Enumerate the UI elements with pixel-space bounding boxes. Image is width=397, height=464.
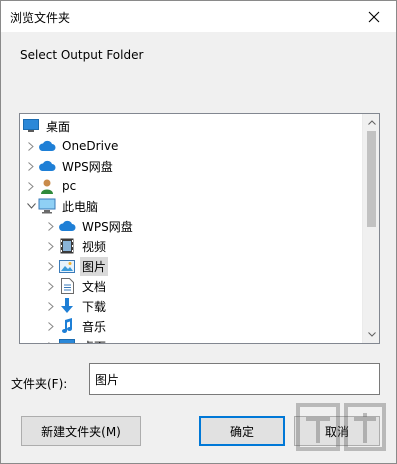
chevron-right-icon[interactable] <box>44 296 58 316</box>
scroll-thumb[interactable] <box>367 131 376 227</box>
desktop-icon <box>58 337 76 343</box>
tree-item-label: WPS网盘 <box>82 219 133 234</box>
tree-item[interactable]: 音乐 <box>20 316 363 336</box>
watermark-logo <box>296 403 386 451</box>
user-icon <box>38 177 56 195</box>
chevron-right-icon[interactable] <box>44 316 58 336</box>
close-icon <box>368 11 380 22</box>
tree-item[interactable]: WPS网盘 <box>20 216 363 236</box>
tree-item[interactable]: WPS网盘 <box>20 156 363 176</box>
tree-item-label: 桌面 <box>80 337 108 344</box>
chevron-right-icon[interactable] <box>44 216 58 236</box>
vertical-scrollbar[interactable] <box>362 114 379 343</box>
tree-item-label: 图片 <box>80 256 109 276</box>
chevron-right-icon[interactable] <box>24 176 38 196</box>
new-folder-button[interactable]: 新建文件夹(M) <box>21 416 141 446</box>
scroll-down-arrow[interactable] <box>363 326 379 343</box>
tree-item-label: pc <box>62 179 77 193</box>
tree-item[interactable]: 图片 <box>20 256 363 276</box>
chevron-right-icon[interactable] <box>44 256 58 276</box>
close-button[interactable] <box>352 1 396 32</box>
tree-item-label: 下载 <box>82 299 107 314</box>
tree-item[interactable]: 文档 <box>20 276 363 296</box>
chevron-right-icon[interactable] <box>24 136 38 156</box>
browse-folder-dialog: 浏览文件夹 Select Output Folder 桌面 OneDrive WPS… <box>0 0 397 464</box>
window-title: 浏览文件夹 <box>10 11 71 25</box>
tree-item-label: WPS网盘 <box>62 159 113 174</box>
cloud-icon <box>58 217 76 235</box>
chevron-right-icon[interactable] <box>44 236 58 256</box>
scroll-up-arrow[interactable] <box>363 114 379 131</box>
chevron-right-icon[interactable] <box>44 276 58 296</box>
chevron-down-icon <box>367 332 376 337</box>
tree-item-label: 文档 <box>82 279 107 294</box>
folder-tree-items: 桌面OneDriveWPS网盘pc此电脑WPS网盘视频图片文档下载音乐桌面 <box>20 114 363 343</box>
video-icon <box>58 237 76 255</box>
folder-tree[interactable]: 桌面OneDriveWPS网盘pc此电脑WPS网盘视频图片文档下载音乐桌面 <box>19 113 380 344</box>
tree-item-label: OneDrive <box>62 139 119 153</box>
picture-icon <box>58 257 76 275</box>
folder-input[interactable] <box>89 363 380 395</box>
tree-item[interactable]: 桌面 <box>20 336 363 343</box>
tree-item-label: 此电脑 <box>62 199 99 214</box>
chevron-right-icon[interactable] <box>44 336 58 343</box>
tree-item[interactable]: 视频 <box>20 236 363 256</box>
cloud-icon <box>38 157 56 175</box>
folder-field-label: 文件夹(F): <box>11 377 68 391</box>
chevron-right-icon[interactable] <box>24 156 38 176</box>
tree-item-label: 视频 <box>82 239 107 254</box>
music-icon <box>58 317 76 335</box>
computer-icon <box>38 197 56 215</box>
cloud-icon <box>38 137 56 155</box>
tree-item[interactable]: 下载 <box>20 296 363 316</box>
chevron-down-icon[interactable] <box>24 196 38 216</box>
ok-button[interactable]: 确定 <box>199 416 285 446</box>
prompt-text: Select Output Folder <box>20 48 144 62</box>
chevron-up-icon <box>367 120 376 125</box>
tree-item-label: 桌面 <box>46 119 71 134</box>
download-icon <box>58 297 76 315</box>
desktop-icon <box>22 117 40 135</box>
tree-item[interactable]: OneDrive <box>20 136 363 156</box>
title-bar: 浏览文件夹 <box>1 1 396 32</box>
tree-item[interactable]: 此电脑 <box>20 196 363 216</box>
tree-item-label: 音乐 <box>82 319 107 334</box>
document-icon <box>58 277 76 295</box>
tree-item[interactable]: pc <box>20 176 363 196</box>
tree-item[interactable]: 桌面 <box>20 116 363 136</box>
